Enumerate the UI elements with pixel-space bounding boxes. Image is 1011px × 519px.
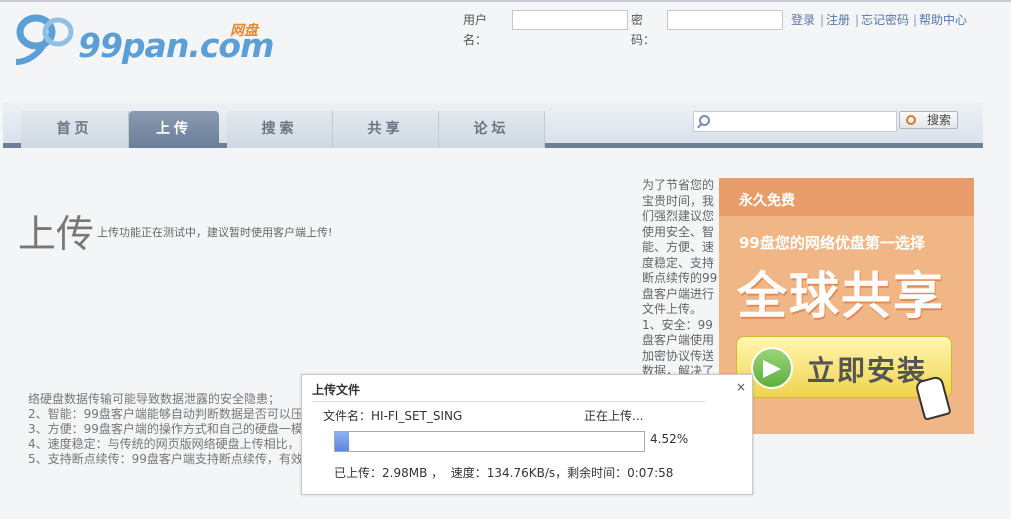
- username-input[interactable]: [512, 10, 628, 30]
- main-nav: 首页 上传 搜索 共享 论坛 搜索: [3, 102, 983, 148]
- page-note: 上传功能正在测试中，建议暂时使用客户端上传!: [97, 226, 333, 239]
- upload-percent: 4.52%: [650, 432, 689, 446]
- arrow-right-icon: [751, 347, 793, 389]
- banner-slogan: 99盘您的网络优盘第一选择: [739, 234, 925, 252]
- upload-stats: 已上传：2.98MB ， 速度：134.76KB/s，剩余时间：0:07:58: [334, 466, 674, 480]
- register-link[interactable]: 注册: [826, 10, 850, 30]
- feature-line: 5、支持断点续传：99盘客户端支持断点续传，有效: [28, 452, 303, 466]
- tab-forum[interactable]: 论坛: [439, 111, 545, 148]
- tab-home[interactable]: 首页: [21, 111, 129, 148]
- search-button[interactable]: 搜索: [899, 111, 958, 129]
- upload-status: 正在上传...: [584, 409, 644, 423]
- login-link[interactable]: 登录: [791, 10, 815, 30]
- search-icon: [699, 115, 710, 126]
- file-name-label: 文件名：: [323, 409, 372, 423]
- banner-tag: 永久免费: [739, 193, 795, 209]
- password-label: 密码：: [631, 13, 656, 47]
- search-button-label: 搜索: [926, 113, 951, 127]
- username-label: 用户名：: [463, 13, 488, 47]
- forgot-password-link[interactable]: 忘记密码: [861, 10, 909, 30]
- close-icon[interactable]: ×: [736, 380, 746, 394]
- tab-share[interactable]: 共享: [333, 111, 439, 148]
- search-input[interactable]: [714, 113, 894, 130]
- install-now-label: 立即安装: [807, 354, 928, 387]
- link-separator: |: [820, 13, 825, 27]
- logo-swirl-icon: [15, 14, 74, 65]
- search-icon: [906, 115, 916, 125]
- dialog-divider: [312, 401, 706, 402]
- site-logo[interactable]: 99pan.com 网盘: [14, 12, 274, 68]
- client-recommendation-text: 为了节省您的宝贵时间，我们强烈建议您使用安全、智能、方便、速度稳定、支持断点续传…: [642, 178, 718, 378]
- tab-search[interactable]: 搜索: [227, 111, 333, 148]
- tab-upload[interactable]: 上传: [129, 111, 219, 148]
- dialog-title: 上传文件: [312, 383, 361, 397]
- page-title: 上传: [18, 212, 95, 256]
- upload-progress-fill: [335, 432, 349, 451]
- top-border: [0, 0, 1011, 2]
- install-client-banner[interactable]: 永久免费 99盘您的网络优盘第一选择 全球共享 立即安装: [719, 178, 974, 434]
- upload-dialog: 上传文件 × 文件名：HI-FI_SET_SING 正在上传... 4.52% …: [301, 374, 753, 495]
- file-name-row: 文件名：HI-FI_SET_SING: [323, 407, 462, 424]
- password-input[interactable]: [667, 10, 783, 30]
- link-separator: |: [855, 13, 860, 27]
- logo-sub: 网盘: [230, 23, 258, 39]
- link-separator: |: [913, 13, 918, 27]
- upload-progress-bar: [334, 431, 645, 452]
- file-name-value: HI-FI_SET_SING: [371, 409, 463, 423]
- banner-headline: 全球共享: [737, 267, 945, 325]
- help-center-link[interactable]: 帮助中心: [919, 10, 967, 30]
- search-box: [693, 111, 897, 132]
